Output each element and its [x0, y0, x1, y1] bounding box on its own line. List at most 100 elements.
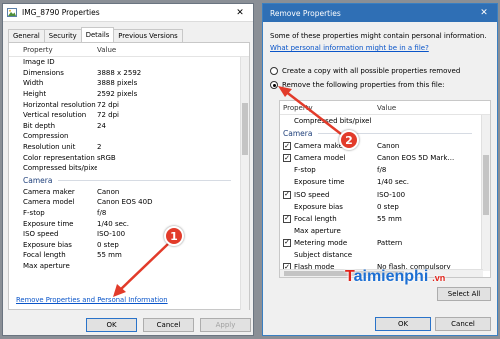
table-row[interactable]: Camera maker Canon: [9, 187, 249, 198]
property-value: Canon: [377, 142, 400, 151]
property-value: 3888 x 2592: [97, 68, 142, 77]
table-row[interactable]: ✓ Metering mode Pattern: [280, 237, 490, 249]
property-value: 2: [97, 143, 102, 152]
ok-button[interactable]: OK: [86, 318, 137, 332]
table-row[interactable]: Compression: [9, 131, 249, 142]
property-name: Image ID: [23, 58, 55, 67]
property-value: Pattern: [377, 238, 403, 247]
table-row[interactable]: Horizontal resolution 72 dpi: [9, 99, 249, 110]
column-value[interactable]: Value: [97, 46, 116, 54]
table-row[interactable]: F-stop f/8: [9, 208, 249, 219]
property-cell: ✓ Metering mode: [280, 238, 377, 247]
table-row[interactable]: Max aperture: [9, 261, 249, 272]
properties-title-bar[interactable]: IMG_8790 Properties ✕: [3, 4, 253, 22]
column-value[interactable]: Value: [377, 104, 396, 112]
table-row[interactable]: ✓ Focal length 55 mm: [280, 213, 490, 225]
table-row[interactable]: Exposure bias 0 step: [9, 240, 249, 251]
property-value: Canon EOS 5D Mark...: [377, 154, 455, 163]
property-name: Focal length: [294, 214, 337, 223]
table-row[interactable]: Color representation sRGB: [9, 152, 249, 163]
table-row[interactable]: ✓ Camera model Canon EOS 5D Mark...: [280, 152, 490, 164]
property-cell: Subject distance: [280, 251, 377, 259]
property-checkbox[interactable]: ✓: [283, 154, 291, 163]
close-icon[interactable]: ✕: [475, 6, 493, 20]
property-cell: ✓ Focal length: [280, 214, 377, 223]
group-camera: Camera: [9, 174, 249, 187]
column-property[interactable]: Property: [9, 46, 97, 54]
remove-list-scrollbar[interactable]: [481, 115, 490, 271]
property-name: Vertical resolution: [23, 111, 87, 120]
tab-details[interactable]: Details: [80, 27, 115, 42]
table-row[interactable]: Max aperture: [280, 225, 490, 237]
radio-circle-selected[interactable]: [270, 81, 278, 89]
table-row[interactable]: Resolution unit 2: [9, 142, 249, 153]
window-title: IMG_8790 Properties: [22, 8, 100, 17]
details-scrollbar[interactable]: [240, 57, 249, 310]
table-row[interactable]: Exposure bias 0 step: [280, 201, 490, 213]
property-name: Camera model: [23, 198, 75, 207]
select-all-button[interactable]: Select All: [437, 287, 491, 301]
property-value: 24: [97, 121, 106, 130]
property-value: sRGB: [97, 153, 116, 162]
table-row[interactable]: Focal length 55 mm: [9, 250, 249, 261]
table-row[interactable]: Vertical resolution 72 dpi: [9, 110, 249, 121]
property-checkbox: [283, 203, 291, 211]
tab-general[interactable]: General: [8, 29, 45, 42]
remove-properties-link[interactable]: Remove Properties and Personal Informati…: [16, 296, 168, 304]
property-cell: ✓ Camera maker: [280, 142, 377, 151]
property-value: 1/40 sec.: [377, 178, 409, 187]
table-row[interactable]: ✓ Camera maker Canon: [280, 140, 490, 152]
create-copy-radio[interactable]: Create a copy with all possible properti…: [270, 67, 460, 75]
property-name: Width: [23, 79, 44, 88]
tab-security[interactable]: Security: [43, 29, 82, 42]
tab-previous-versions[interactable]: Previous Versions: [113, 29, 183, 42]
watermark-logo: Taimienphi .vn: [345, 268, 446, 285]
property-checkbox[interactable]: ✓: [283, 142, 291, 151]
table-row[interactable]: Compressed bits/pixel: [9, 163, 249, 174]
create-copy-label: Create a copy with all possible properti…: [282, 67, 461, 75]
property-checkbox[interactable]: ✓: [283, 214, 291, 223]
cancel-button[interactable]: Cancel: [435, 317, 491, 331]
table-row[interactable]: Dimensions 3888 x 2592: [9, 68, 249, 79]
table-row[interactable]: Image ID: [9, 57, 249, 68]
property-name: Subject distance: [294, 250, 353, 259]
table-row[interactable]: Exposure time 1/40 sec.: [9, 218, 249, 229]
table-row[interactable]: Width 3888 pixels: [9, 78, 249, 89]
property-name: Exposure bias: [23, 240, 72, 249]
table-row[interactable]: Bit depth 24: [9, 121, 249, 132]
close-icon[interactable]: ✕: [231, 6, 249, 20]
intro-text: Some of these properties might contain p…: [270, 32, 487, 40]
apply-button[interactable]: Apply: [200, 318, 251, 332]
property-value: 0 step: [377, 202, 399, 211]
property-value: f/8: [97, 209, 107, 218]
property-checkbox[interactable]: ✓: [283, 238, 291, 247]
property-name: ISO speed: [23, 230, 59, 239]
table-row[interactable]: Height 2592 pixels: [9, 89, 249, 100]
property-name: Exposure time: [294, 178, 345, 187]
property-name: Dimensions: [23, 68, 64, 77]
property-name: Focal length: [23, 251, 66, 260]
property-name: Max aperture: [294, 226, 341, 235]
table-row[interactable]: Subject distance: [280, 249, 490, 261]
tab-strip: General Security Details Previous Versio…: [3, 22, 253, 42]
column-property[interactable]: Property: [280, 104, 377, 112]
remove-properties-title-bar[interactable]: Remove Properties ✕: [263, 4, 497, 22]
table-row[interactable]: F-stop f/8: [280, 164, 490, 176]
property-value: f/8: [377, 166, 387, 175]
remove-following-radio[interactable]: Remove the following properties from thi…: [270, 81, 445, 89]
property-name: Metering mode: [294, 238, 348, 247]
scroll-thumb[interactable]: [242, 103, 248, 155]
scroll-thumb[interactable]: [483, 155, 489, 215]
table-row[interactable]: Compressed bits/pixel: [280, 115, 490, 127]
ok-button[interactable]: OK: [375, 317, 431, 331]
group-camera: Camera: [280, 127, 490, 140]
property-checkbox[interactable]: ✓: [283, 190, 291, 199]
property-name: Compressed bits/pixel: [294, 117, 372, 126]
table-row[interactable]: ISO speed ISO-100: [9, 229, 249, 240]
table-row[interactable]: Exposure time 1/40 sec.: [280, 176, 490, 188]
table-row[interactable]: ✓ ISO speed ISO-100: [280, 188, 490, 200]
personal-info-link[interactable]: What personal information might be in a …: [270, 44, 429, 52]
table-row[interactable]: Camera model Canon EOS 40D: [9, 197, 249, 208]
radio-circle[interactable]: [270, 67, 278, 75]
cancel-button[interactable]: Cancel: [143, 318, 194, 332]
